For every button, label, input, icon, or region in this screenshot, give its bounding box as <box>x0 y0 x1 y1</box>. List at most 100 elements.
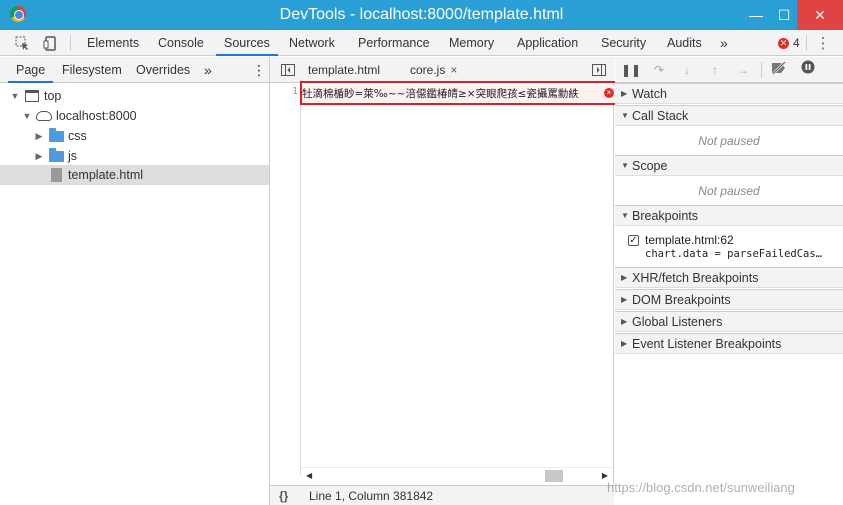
folder-icon <box>49 148 64 162</box>
toolbar-divider <box>806 35 807 51</box>
tab-application[interactable]: Application <box>509 30 586 56</box>
error-counter[interactable]: ✕ 4 <box>778 36 800 50</box>
section-event-listener-breakpoints[interactable]: ▶ Event Listener Breakpoints <box>615 333 843 354</box>
title-bar: DevTools - localhost:8000/template.html … <box>0 0 843 30</box>
collapsed-arrow-icon: ▶ <box>621 317 628 326</box>
section-global-listeners[interactable]: ▶ Global Listeners <box>615 311 843 332</box>
editor-tab-core-js[interactable]: core.js × <box>401 57 467 83</box>
tab-filesystem[interactable]: Filesystem <box>54 57 130 83</box>
step-out-icon[interactable]: ↑ <box>705 57 725 83</box>
watermark: https://blog.csdn.net/sunweiliang <box>607 480 795 495</box>
toolbar-divider <box>761 62 762 78</box>
tab-elements[interactable]: Elements <box>79 30 147 56</box>
tree-item-label: template.html <box>68 168 144 182</box>
tree-item-js[interactable]: ▶ js <box>0 146 269 166</box>
section-call-stack[interactable]: ▼ Call Stack <box>615 105 843 126</box>
tab-memory[interactable]: Memory <box>441 30 502 56</box>
collapsed-arrow-icon: ▶ <box>621 339 628 348</box>
step-into-icon[interactable]: ↓ <box>677 57 697 83</box>
expanded-arrow-icon[interactable]: ▼ <box>10 86 20 106</box>
tree-item-label: css <box>68 129 87 143</box>
breakpoint-code: chart.data = parseFailedCas… <box>645 248 823 260</box>
menu-icon[interactable]: ⋮ <box>810 30 836 56</box>
breakpoint-checkbox[interactable]: ✓ <box>628 235 639 246</box>
frame-icon <box>25 90 39 102</box>
pause-icon[interactable]: ❚❚ <box>621 57 641 83</box>
debugger-pane: ❚❚ ↷ ↓ ↑ → ▶ Watch ▼ Call Stack Not paus… <box>615 57 843 505</box>
toolbar-divider <box>70 35 71 51</box>
tab-sources[interactable]: Sources <box>216 30 278 56</box>
tab-performance[interactable]: Performance <box>350 30 438 56</box>
expanded-arrow-icon: ▼ <box>621 211 629 220</box>
pretty-print-icon[interactable]: {} <box>279 486 288 505</box>
more-navigator-tabs-icon[interactable]: » <box>196 57 220 83</box>
expanded-arrow-icon: ▼ <box>621 161 629 170</box>
section-dom-breakpoints[interactable]: ▶ DOM Breakpoints <box>615 289 843 310</box>
tree-item-css[interactable]: ▶ css <box>0 126 269 146</box>
pause-on-exceptions-icon[interactable] <box>798 57 818 83</box>
section-title: Watch <box>632 87 667 101</box>
tree-item-label: top <box>44 89 62 103</box>
error-icon: ✕ <box>778 37 789 49</box>
tree-item-localhost[interactable]: ▼ localhost:8000 <box>0 106 269 126</box>
scrollbar-thumb[interactable] <box>545 470 563 482</box>
section-title: XHR/fetch Breakpoints <box>632 271 759 285</box>
section-title: Call Stack <box>632 109 689 123</box>
toggle-debugger-icon[interactable] <box>586 57 612 83</box>
editor-tab-label: core.js <box>410 63 446 77</box>
cloud-icon <box>36 111 52 121</box>
section-title: Global Listeners <box>632 315 723 329</box>
editor-tab-template-html[interactable]: template.html <box>308 57 380 83</box>
highlight-annotation <box>300 81 618 105</box>
scope-not-paused: Not paused <box>698 184 760 198</box>
line-number: 1 <box>291 86 298 97</box>
editor-status-bar: {} Line 1, Column 381842 <box>270 485 614 505</box>
collapsed-arrow-icon: ▶ <box>621 273 628 282</box>
tab-page[interactable]: Page <box>8 57 54 83</box>
tab-audits[interactable]: Audits <box>659 30 710 56</box>
collapsed-arrow-icon: ▶ <box>621 89 628 98</box>
error-count: 4 <box>793 36 800 50</box>
debugger-toolbar: ❚❚ ↷ ↓ ↑ → <box>615 57 843 83</box>
close-tab-icon[interactable]: × <box>450 63 457 77</box>
tab-console[interactable]: Console <box>150 30 212 56</box>
editor-tabs: template.html core.js × <box>270 57 614 83</box>
tree-item-template-html[interactable]: template.html <box>0 165 269 185</box>
deactivate-breakpoints-icon[interactable] <box>769 57 789 83</box>
section-scope[interactable]: ▼ Scope <box>615 155 843 176</box>
collapsed-arrow-icon[interactable]: ▶ <box>34 146 44 166</box>
tree-item-label: js <box>68 149 78 163</box>
tab-security[interactable]: Security <box>593 30 654 56</box>
breakpoint-item[interactable]: ✓ template.html:62 chart.data = parseFai… <box>615 233 843 265</box>
section-title: Scope <box>632 159 668 173</box>
horizontal-scrollbar[interactable]: ◀ ▶ <box>301 467 613 483</box>
scroll-left-icon[interactable]: ◀ <box>306 468 312 484</box>
window-title: DevTools - localhost:8000/template.html <box>279 6 564 23</box>
expanded-arrow-icon[interactable]: ▼ <box>22 106 32 126</box>
section-breakpoints[interactable]: ▼ Breakpoints <box>615 205 843 226</box>
tab-network[interactable]: Network <box>281 30 343 56</box>
tab-overrides[interactable]: Overrides <box>128 57 198 83</box>
section-xhr-breakpoints[interactable]: ▶ XHR/fetch Breakpoints <box>615 267 843 288</box>
navigator-pane: Page Filesystem Overrides » ⋮ ▼ top ▼ lo… <box>0 57 270 505</box>
inspect-element-icon[interactable] <box>9 30 35 56</box>
tree-item-top[interactable]: ▼ top <box>0 86 269 106</box>
step-icon[interactable]: → <box>733 57 753 83</box>
section-watch[interactable]: ▶ Watch <box>615 83 843 104</box>
step-over-icon[interactable]: ↷ <box>649 57 669 83</box>
breakpoint-location: template.html:62 <box>645 233 734 247</box>
folder-icon <box>49 128 64 142</box>
collapsed-arrow-icon: ▶ <box>621 295 628 304</box>
collapsed-arrow-icon[interactable]: ▶ <box>34 126 44 146</box>
editor-pane: template.html core.js × 1 牡滴棉楯眇=萊‰~~涪僫鑑椿皘… <box>270 57 614 505</box>
close-window-button[interactable]: ✕ <box>797 0 843 30</box>
device-toolbar-icon[interactable] <box>37 30 63 56</box>
more-tabs-icon[interactable]: » <box>712 30 736 56</box>
toggle-navigator-icon[interactable] <box>275 57 301 83</box>
section-title: DOM Breakpoints <box>632 293 731 307</box>
navigator-tabs: Page Filesystem Overrides » ⋮ <box>0 57 269 83</box>
section-title: Breakpoints <box>632 209 699 223</box>
main-toolbar: Elements Console Sources Network Perform… <box>0 30 843 56</box>
line-number-gutter: 1 <box>270 83 301 475</box>
expanded-arrow-icon: ▼ <box>621 111 629 120</box>
